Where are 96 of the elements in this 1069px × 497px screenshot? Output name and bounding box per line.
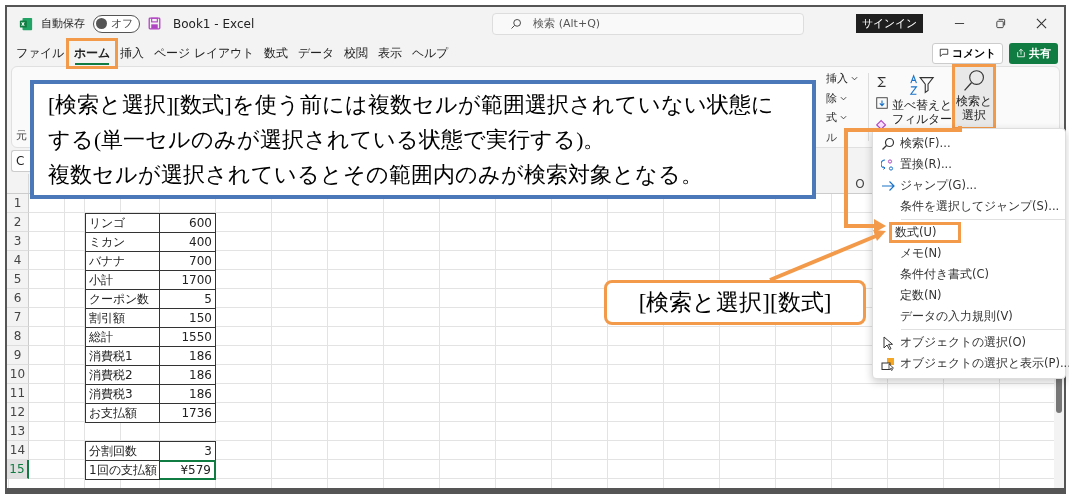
- replace-icon: [881, 157, 895, 172]
- table-cell: 分割回数: [85, 441, 160, 461]
- menu-item[interactable]: データの入力規則(V): [873, 306, 1065, 327]
- search-icon: [510, 17, 523, 30]
- ribbon-tab[interactable]: 校閲: [338, 40, 373, 66]
- callout-text: 複数セルが選択されているとその範囲内のみが検索対象となる。: [48, 162, 704, 189]
- row-header[interactable]: 8: [7, 327, 29, 346]
- save-icon[interactable]: [148, 17, 161, 30]
- table-cell: 1回の支払額: [85, 460, 160, 480]
- menu-item[interactable]: 定数(N): [873, 285, 1065, 306]
- menu-item[interactable]: 条件を選択してジャンプ(S)...: [873, 196, 1065, 217]
- group-label: ル: [826, 129, 838, 145]
- table-cell: 150: [160, 308, 216, 328]
- table-cell: 700: [160, 251, 216, 271]
- table-cell: 600: [160, 213, 216, 233]
- row-header[interactable]: 1: [7, 194, 29, 213]
- ribbon-tab[interactable]: 挿入: [115, 40, 149, 66]
- sign-in-button[interactable]: サインイン: [856, 14, 923, 33]
- fill-down-icon[interactable]: [875, 96, 889, 110]
- table-cell: クーポン数: [85, 289, 160, 309]
- table-cell: リンゴ: [85, 213, 160, 233]
- table-cell: 5: [160, 289, 216, 309]
- chevron-down-icon: [840, 95, 847, 101]
- table-cell: お支払額: [85, 403, 160, 423]
- ribbon-tab[interactable]: 数式: [258, 40, 293, 66]
- ribbon-menu-item[interactable]: 式: [826, 110, 837, 126]
- menu-item[interactable]: オブジェクトの選択(O): [873, 332, 1065, 353]
- find-select-button[interactable]: 検索と 選択: [955, 67, 993, 127]
- window-title: Book1 - Excel: [173, 16, 255, 31]
- table-cell: 消費税1: [85, 346, 160, 366]
- autosave-toggle[interactable]: オフ: [93, 14, 140, 33]
- table-cell: 割引額: [85, 308, 160, 328]
- table-cell: 小計: [85, 270, 160, 290]
- table-cell: 186: [160, 365, 216, 385]
- row-header[interactable]: 9: [7, 346, 29, 365]
- row-header[interactable]: 4: [7, 251, 29, 270]
- table-cell: 186: [160, 384, 216, 404]
- row-header[interactable]: 15: [7, 460, 29, 479]
- restore-icon[interactable]: [995, 18, 1006, 29]
- callout-text: [検索と選択][数式]を使う前には複数セルが範囲選択されていない状態にする(単一セルのみが選択されている状態で実行する)。: [48, 92, 775, 154]
- chevron-down-icon: [851, 76, 858, 82]
- comment-button[interactable]: コメント: [932, 42, 1003, 64]
- row-header[interactable]: 10: [7, 365, 29, 384]
- name-box[interactable]: C: [11, 150, 30, 172]
- table-cell: 1736: [160, 403, 216, 423]
- table-cell: バナナ: [85, 251, 160, 271]
- table-cell: 消費税2: [85, 365, 160, 385]
- ribbon-tab[interactable]: ファイル: [11, 40, 69, 66]
- ribbon-menu-item[interactable]: 除: [826, 90, 837, 106]
- table-cell: 3: [160, 441, 216, 461]
- row-header[interactable]: 13: [7, 422, 29, 441]
- right-arrow-icon: [881, 178, 895, 193]
- table-cell: ミカン: [85, 232, 160, 252]
- selection-pane-icon: [881, 356, 895, 371]
- row-header[interactable]: 5: [7, 270, 29, 289]
- table-cell: 1550: [160, 327, 216, 347]
- pointer-icon: [881, 335, 895, 350]
- sort-filter-icon: [909, 73, 935, 97]
- search-icon: [881, 136, 895, 151]
- ribbon-tab[interactable]: 表示: [372, 40, 407, 66]
- menu-item[interactable]: 条件付き書式(C): [873, 264, 1065, 285]
- share-icon: [1016, 48, 1026, 58]
- menu-item[interactable]: メモ(N): [873, 243, 1065, 264]
- ribbon-tab[interactable]: ページ レイアウト: [149, 40, 259, 66]
- table-cell: 消費税3: [85, 384, 160, 404]
- speech-bubble-icon: [939, 48, 949, 58]
- column-header[interactable]: O: [855, 176, 865, 191]
- sum-icon[interactable]: [875, 74, 889, 89]
- menu-item[interactable]: 検索(F)...: [873, 133, 1065, 154]
- chevron-down-icon: [840, 115, 847, 121]
- ribbon-menu-item[interactable]: 挿入: [826, 71, 848, 87]
- excel-logo-icon: [19, 16, 33, 31]
- row-header[interactable]: 3: [7, 232, 29, 251]
- share-button[interactable]: 共有: [1009, 42, 1058, 64]
- close-icon[interactable]: [1036, 18, 1047, 29]
- menu-item[interactable]: 数式(U): [889, 222, 961, 243]
- ribbon-tab[interactable]: ホーム: [69, 40, 115, 66]
- table-cell: ¥579: [160, 460, 216, 480]
- callout-text: [検索と選択][数式]: [638, 289, 832, 317]
- table-cell: 186: [160, 346, 216, 366]
- row-header[interactable]: 6: [7, 289, 29, 308]
- row-header[interactable]: 7: [7, 308, 29, 327]
- table-cell: 総計: [85, 327, 160, 347]
- table-cell: 400: [160, 232, 216, 252]
- autosave-label: 自動保存: [41, 16, 85, 31]
- ribbon-tab[interactable]: データ: [292, 40, 339, 66]
- row-header[interactable]: 14: [7, 441, 29, 460]
- row-header[interactable]: 2: [7, 213, 29, 232]
- row-header[interactable]: 11: [7, 384, 29, 403]
- table-cell: 1700: [160, 270, 216, 290]
- menu-item[interactable]: 置換(R)...: [873, 154, 1065, 175]
- row-header[interactable]: 12: [7, 403, 29, 422]
- group-label: 元: [16, 128, 27, 143]
- ribbon-tab[interactable]: ヘルプ: [406, 40, 453, 66]
- menu-item[interactable]: ジャンプ(G)...: [873, 175, 1065, 196]
- search-field[interactable]: 検索 (Alt+Q): [492, 12, 805, 35]
